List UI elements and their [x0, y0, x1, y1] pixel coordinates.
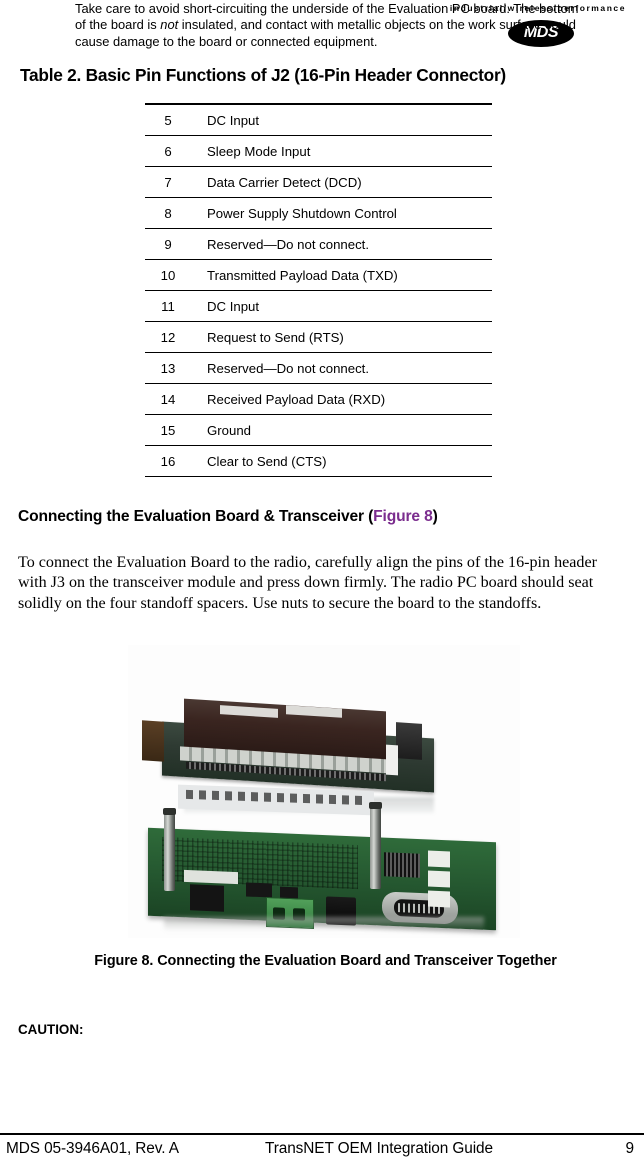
- pin-function-cell: DC Input: [203, 290, 492, 322]
- figure-caption: Figure 8. Connecting the Evaluation Boar…: [94, 953, 557, 969]
- table-row: 5 DC Input: [145, 103, 492, 136]
- section-heading-close-paren: ): [432, 508, 438, 525]
- pin-function-cell: Power Supply Shutdown Control: [203, 197, 492, 229]
- footer-divider: [0, 1133, 644, 1136]
- transceiver-right-connector: [396, 722, 422, 760]
- table-row: 16 Clear to Send (CTS): [145, 445, 492, 477]
- pin-number-cell: 16: [145, 445, 203, 477]
- table-row: 13 Reserved—Do not connect.: [145, 352, 492, 384]
- table-row: 9 Reserved—Do not connect.: [145, 228, 492, 260]
- pin-function-table: 5 DC Input 6 Sleep Mode Input 7 Data Car…: [145, 103, 492, 477]
- pin-number-cell: 15: [145, 414, 203, 446]
- caution-label: CAUTION:: [18, 1022, 84, 1037]
- transceiver-left-connector: [142, 720, 164, 762]
- footer-document-number: MDS 05-3946A01, Rev. A: [6, 1140, 179, 1157]
- pin-function-cell: Ground: [203, 414, 492, 446]
- pin-number-cell: 12: [145, 321, 203, 353]
- eval-board-relay-2: [428, 870, 450, 888]
- table-row: 11 DC Input: [145, 290, 492, 322]
- pin-number-cell: 5: [145, 103, 203, 136]
- pin-number-cell: 7: [145, 166, 203, 198]
- pin-function-cell: Data Carrier Detect (DCD): [203, 166, 492, 198]
- standoff-spacer-left: [163, 808, 176, 891]
- eval-board-relay-3: [428, 890, 450, 908]
- pin-function-cell: DC Input: [203, 103, 492, 136]
- section-heading-text: Connecting the Evaluation Board & Transc…: [18, 508, 374, 525]
- pin-number-cell: 11: [145, 290, 203, 322]
- pin-number-cell: 14: [145, 383, 203, 415]
- pin-table-body: 5 DC Input 6 Sleep Mode Input 7 Data Car…: [145, 103, 492, 477]
- standoff-spacer-right: [369, 802, 382, 889]
- table-row: 7 Data Carrier Detect (DCD): [145, 166, 492, 198]
- table-row: 6 Sleep Mode Input: [145, 135, 492, 167]
- pin-function-cell: Request to Send (RTS): [203, 321, 492, 353]
- pin-number-cell: 13: [145, 352, 203, 384]
- pin-function-cell: Clear to Send (CTS): [203, 445, 492, 477]
- eval-board-ic-small-1: [246, 882, 272, 898]
- footer-guide-title: TransNET OEM Integration Guide: [265, 1140, 493, 1157]
- page-footer: MDS 05-3946A01, Rev. A TransNET OEM Inte…: [0, 1140, 644, 1170]
- eval-board-main-ic: [190, 884, 224, 912]
- pin-function-cell: Reserved—Do not connect.: [203, 228, 492, 260]
- pin-number-cell: 9: [145, 228, 203, 260]
- section-heading: Connecting the Evaluation Board & Transc…: [18, 508, 633, 526]
- figure-cross-reference-link[interactable]: Figure 8: [373, 508, 433, 525]
- eval-board-relay-1: [428, 850, 450, 868]
- footer-page-number: 9: [625, 1140, 634, 1157]
- pin-number-cell: 10: [145, 259, 203, 291]
- pin-function-cell: Received Payload Data (RXD): [203, 383, 492, 415]
- table-title: Table 2. Basic Pin Functions of J2 (16-P…: [20, 65, 506, 85]
- transceiver-white-block: [386, 744, 398, 776]
- table-row: 8 Power Supply Shutdown Control: [145, 197, 492, 229]
- pin-function-cell: Reserved—Do not connect.: [203, 352, 492, 384]
- figure-photo-evaluation-board: [128, 645, 520, 938]
- caution-body-text: Take care to avoid short-circuiting the …: [75, 1, 585, 50]
- pin-function-cell: Transmitted Payload Data (TXD): [203, 259, 492, 291]
- eval-board-sticker: [184, 869, 238, 885]
- pin-number-cell: 8: [145, 197, 203, 229]
- photo-lower-shadow: [164, 917, 484, 931]
- table-row: 14 Received Payload Data (RXD): [145, 383, 492, 415]
- pin-function-cell: Sleep Mode Input: [203, 135, 492, 167]
- table-row: 12 Request to Send (RTS): [145, 321, 492, 353]
- pin-number-cell: 6: [145, 135, 203, 167]
- table-row: 10 Transmitted Payload Data (TXD): [145, 259, 492, 291]
- eval-board-pin-header: [384, 852, 420, 878]
- table-row: 15 Ground: [145, 414, 492, 446]
- body-paragraph: To connect the Evaluation Board to the r…: [18, 554, 597, 612]
- caution-emphasis-word: not: [160, 17, 179, 33]
